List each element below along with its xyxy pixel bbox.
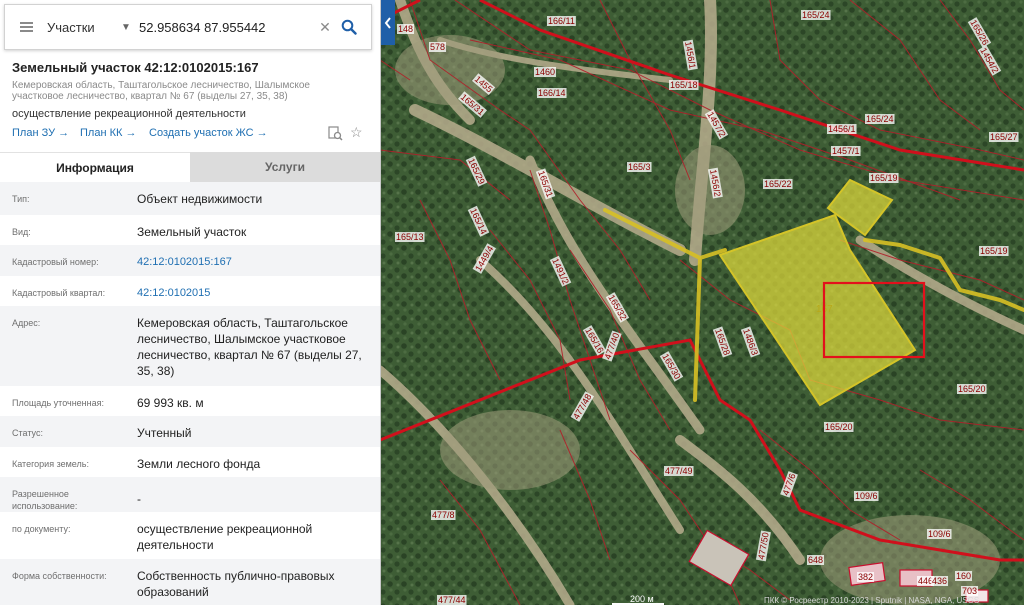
info-value: осуществление рекреационной деятельности	[137, 522, 313, 552]
parcel-label: 703	[962, 586, 977, 596]
map-canvas: 167 148578166/11165/24165/261454/2145514…	[380, 0, 1024, 605]
plan-zu-link[interactable]: План ЗУ →	[12, 127, 69, 139]
parcel-label: 477/49	[665, 466, 693, 476]
parcel-label: 165/24	[802, 10, 830, 20]
parcel-label: 165/19	[870, 173, 898, 183]
parcel-label: 165/3	[628, 162, 651, 172]
info-row-by-document: по документу: осуществление рекреационно…	[0, 512, 380, 559]
info-row-address: Адрес: Кемеровская область, Таштагольско…	[0, 306, 380, 386]
info-value: Земельный участок	[137, 225, 247, 239]
info-label: Тип:	[12, 194, 30, 204]
parcel-label: 160	[956, 571, 971, 581]
info-row-type: Тип: Объект недвижимости	[0, 182, 380, 215]
cadastral-block-link[interactable]: 42:12:0102015	[137, 285, 367, 301]
info-label: Кадастровый квартал:	[12, 288, 106, 298]
cadastral-map[interactable]: 167 148 578 166/11 165/24 165/26 1454/2 1455 14…	[380, 0, 1024, 605]
parcel-label: 1456/1	[828, 124, 856, 134]
menu-button[interactable]	[5, 5, 47, 49]
info-table: Тип: Объект недвижимости Вид: Земельный …	[0, 182, 380, 605]
info-row-cad-block: Кадастровый квартал: 42:12:0102015	[0, 276, 380, 306]
parcel-label: 165/20	[958, 384, 986, 394]
parcel-label: 165/19	[980, 246, 1008, 256]
parcel-label: 166/14	[538, 88, 566, 98]
parcel-label: 382	[858, 572, 873, 582]
parcel-label: 165/18	[670, 80, 698, 90]
info-row-permitted: Разрешенное использование: -	[0, 477, 380, 512]
parcel-label: 436	[932, 576, 947, 586]
parcel-label: 578	[430, 42, 445, 52]
info-row-area: Площадь уточненная: 69 993 кв. м	[0, 386, 380, 416]
parcel-label: 165/24	[866, 114, 894, 124]
parcel-label: 1460	[535, 67, 555, 77]
parcel-label: 109/6	[928, 529, 951, 539]
parcel-label: 477/8	[432, 510, 455, 520]
parcel-title: Земельный участок 42:12:0102015:167	[12, 60, 259, 75]
info-label: Площадь уточненная:	[12, 398, 104, 408]
info-value: Объект недвижимости	[137, 192, 263, 206]
info-value: 69 993 кв. м	[137, 396, 204, 410]
info-label: Адрес:	[12, 318, 41, 328]
parcel-label: 446	[918, 576, 933, 586]
tab-services[interactable]: Услуги	[190, 152, 380, 182]
parcel-links: План ЗУ → План КК → Создать участок ЖС →…	[12, 124, 372, 144]
info-row-category: Категория земель: Земли лесного фонда	[0, 447, 380, 477]
parcel-label: 477/44	[438, 595, 466, 605]
info-row-cad-number: Кадастровый номер: 42:12:0102015:167	[0, 245, 380, 276]
create-parcel-link[interactable]: Создать участок ЖС →	[149, 127, 268, 139]
inspect-icon[interactable]	[328, 126, 343, 144]
parcel-label: 165/20	[825, 422, 853, 432]
info-value: -	[137, 492, 141, 506]
info-row-kind: Вид: Земельный участок	[0, 215, 380, 245]
parcel-header: Земельный участок 42:12:0102015:167 Кеме…	[12, 60, 372, 120]
map-attribution: ПКК © Росреестр 2010-2023 | Sputnik | NA…	[764, 596, 980, 605]
parcel-label: 166/11	[548, 16, 575, 26]
info-label: по документу:	[12, 524, 71, 534]
info-label: Форма собственности:	[12, 571, 107, 581]
hamburger-icon	[19, 22, 33, 32]
chevron-down-icon: ▼	[121, 21, 131, 33]
info-value: Учтенный	[137, 426, 192, 440]
info-label: Статус:	[12, 428, 43, 438]
plan-kk-link[interactable]: План КК →	[80, 127, 136, 139]
info-value: Кемеровская область, Таштагольское лесни…	[137, 316, 362, 378]
info-label: Разрешенное использование:	[12, 489, 78, 511]
tab-info[interactable]: Информация	[0, 152, 190, 183]
panel-tabs: Информация Услуги	[0, 152, 380, 183]
search-button[interactable]	[336, 19, 362, 35]
info-value: Земли лесного фонда	[137, 457, 261, 471]
object-type-select[interactable]: Участки ▼	[47, 5, 139, 49]
info-label: Категория земель:	[12, 459, 89, 469]
cadastral-number-link[interactable]: 42:12:0102015:167	[137, 254, 367, 270]
info-value: Собственность публично-правовых образова…	[137, 569, 335, 599]
parcel-label: 148	[398, 24, 413, 34]
parcel-label: 648	[808, 555, 823, 565]
parcel-label: 109/6	[855, 491, 878, 501]
search-input[interactable]	[139, 12, 314, 42]
parcel-label: 165/22	[764, 179, 792, 189]
search-bar: Участки ▼ ✕	[4, 4, 372, 50]
collapse-panel-button[interactable]	[381, 0, 395, 45]
search-icon	[341, 19, 357, 35]
parcel-label: 165/27	[990, 132, 1018, 142]
parcel-label: 165/13	[396, 232, 424, 242]
info-row-ownership: Форма собственности: Собственность публи…	[0, 559, 380, 605]
clear-search-icon[interactable]: ✕	[314, 19, 336, 36]
info-panel: Участки ▼ ✕ Земельный участок 42:12:0102…	[0, 0, 381, 605]
info-label: Вид:	[12, 227, 31, 237]
info-label: Кадастровый номер:	[12, 257, 99, 267]
parcel-address: Кемеровская область, Таштагольское лесни…	[12, 80, 310, 102]
info-row-status: Статус: Учтенный	[0, 416, 380, 447]
object-type-label: Участки	[47, 19, 95, 35]
parcel-label: 1457/1	[832, 146, 860, 156]
parcel-usage: осуществление рекреационной деятельности	[12, 108, 246, 120]
favorite-star-icon[interactable]: ☆	[350, 124, 363, 141]
chevron-left-icon	[384, 16, 391, 29]
